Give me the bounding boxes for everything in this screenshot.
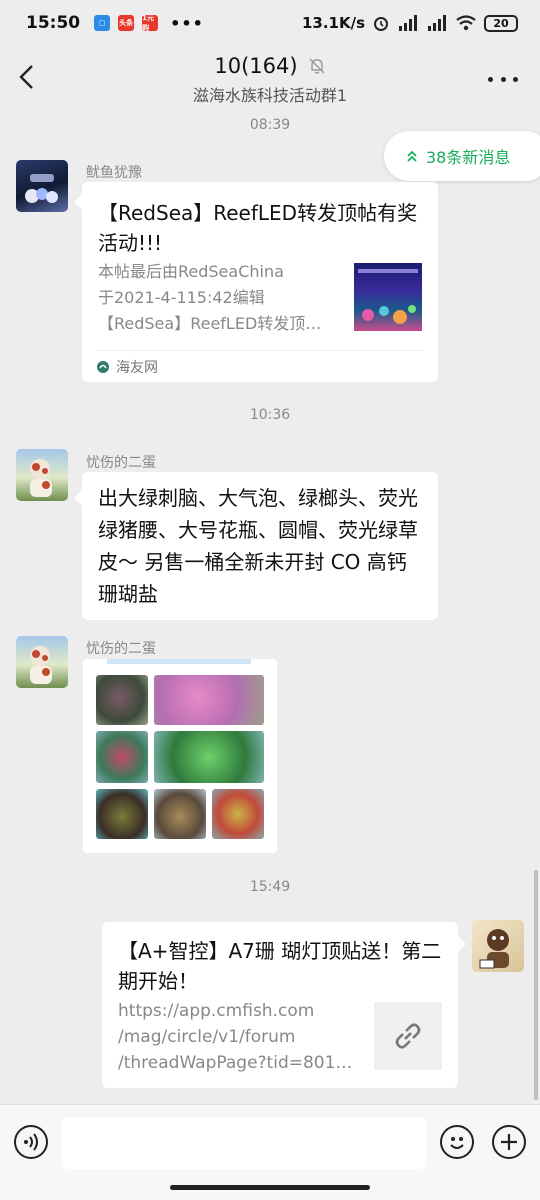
coral-photo xyxy=(96,675,148,725)
avatar-image xyxy=(479,929,509,969)
avatar[interactable] xyxy=(16,160,68,212)
avatar[interactable] xyxy=(16,449,68,501)
sender-name: 忧伤的二蛋 xyxy=(86,641,156,657)
scrollbar[interactable] xyxy=(534,870,538,1100)
coral-photo xyxy=(96,731,148,783)
voice-icon xyxy=(24,1133,38,1151)
signal-icon-2 xyxy=(428,15,446,31)
link-card-title: 【RedSea】ReefLED转发顶帖有奖活动!!! xyxy=(98,201,418,255)
bell-off-icon xyxy=(309,58,325,74)
link-card-description: https://app.cmfish.com /mag/circle/v1/fo… xyxy=(118,998,362,1076)
status-indicators: 13.1K/s 20 xyxy=(302,14,518,32)
desc-line: /mag/circle/v1/forum xyxy=(118,1027,296,1047)
aquarium-image xyxy=(358,269,418,324)
new-messages-label: 38条新消息 xyxy=(426,148,511,167)
more-notifications-icon: ••• xyxy=(170,13,204,33)
status-app-icons: ▢ 头条 1元购 ••• xyxy=(94,14,204,33)
emoji-icon xyxy=(450,1137,464,1149)
plus-icon xyxy=(501,1134,517,1150)
input-bar xyxy=(0,1104,540,1200)
desc-line: 于2021-4-115:42编辑 xyxy=(98,288,265,307)
coral-photo xyxy=(154,731,264,783)
coral-photo xyxy=(96,789,148,839)
more-options-button[interactable] xyxy=(488,66,518,92)
desc-line: /threadWapPage?tid=801… xyxy=(118,1053,353,1073)
chat-subtitle: 滋海水族科技活动群1 xyxy=(192,86,348,105)
avatar-image xyxy=(25,174,58,203)
image-message[interactable] xyxy=(83,659,277,853)
more-dot xyxy=(513,76,518,82)
text-message[interactable]: 出大绿刺脑、大气泡、绿榔头、荧光绿猪腰、大号花瓶、圆帽、荧光绿草皮～ 另售一桶全… xyxy=(82,472,438,620)
more-dot xyxy=(500,76,506,82)
status-time: 15:50 xyxy=(26,13,81,33)
my-avatar[interactable] xyxy=(472,920,524,972)
timestamp: 15:49 xyxy=(249,879,291,895)
notification-app-icon: ▢ xyxy=(94,15,111,31)
desc-line: 本帖最后由RedSeaChina xyxy=(98,262,284,281)
bubble-tail xyxy=(458,936,466,952)
wifi-icon xyxy=(456,15,476,31)
sender-name: 忧伤的二蛋 xyxy=(86,455,156,471)
desc-line: https://app.cmfish.com xyxy=(118,1001,315,1021)
avatar[interactable] xyxy=(16,636,68,688)
link-card-description: 本帖最后由RedSeaChina 于2021-4-115:42编辑 【RedSe… xyxy=(98,259,342,337)
link-card-title: 【A+智控】A7珊 瑚灯顶贴送！第二期开始！ xyxy=(118,939,442,993)
new-messages-button[interactable]: 38条新消息 xyxy=(384,131,540,181)
link-card-message[interactable]: 【RedSea】ReefLED转发顶帖有奖活动!!! 本帖最后由RedSeaCh… xyxy=(82,182,438,382)
status-bar: 15:50 ▢ 头条 1元购 ••• 13.1K/s 20 xyxy=(0,0,540,46)
shopping-app-icon: 1元购 xyxy=(142,14,159,32)
avatar-image xyxy=(30,646,52,684)
timestamp: 10:36 xyxy=(249,407,291,423)
link-card-thumbnail xyxy=(354,263,422,331)
toutiao-app-icon: 头条 xyxy=(118,15,135,31)
more-dots-icon xyxy=(488,76,493,82)
bubble-tail xyxy=(74,194,82,210)
source-logo-icon xyxy=(97,360,109,373)
plus-button[interactable] xyxy=(492,1125,526,1159)
link-thumbnail xyxy=(374,1002,442,1070)
coral-photo xyxy=(212,789,264,839)
source-name: 海友网 xyxy=(116,359,158,376)
net-speed: 13.1K/s xyxy=(301,14,365,32)
double-chevron-up-icon xyxy=(407,150,417,162)
bubble-tail xyxy=(74,490,82,506)
voice-button[interactable] xyxy=(14,1125,48,1159)
coral-photo xyxy=(154,789,206,839)
chat-title: 10(164) xyxy=(214,54,298,78)
chat-header: 10(164) 滋海水族科技活动群1 xyxy=(0,46,540,112)
desc-line: 【RedSea】ReefLED转发顶… xyxy=(98,314,322,333)
link-card-source: 海友网 xyxy=(96,350,424,382)
sender-name: 鱿鱼犹豫 xyxy=(86,165,142,181)
battery-indicator: 20 xyxy=(484,14,518,32)
emoji-button[interactable] xyxy=(440,1125,474,1159)
link-icon xyxy=(395,1023,421,1049)
message-input[interactable] xyxy=(62,1117,426,1169)
link-card-message-self[interactable]: 【A+智控】A7珊 瑚灯顶贴送！第二期开始！ https://app.cmfis… xyxy=(102,922,458,1088)
chat-title-block: 10(164) 滋海水族科技活动群1 xyxy=(0,54,540,106)
alarm-icon xyxy=(374,17,388,31)
home-indicator[interactable] xyxy=(170,1185,370,1190)
coral-photo xyxy=(154,675,264,725)
avatar-image xyxy=(30,459,52,497)
signal-icon xyxy=(399,15,417,31)
image-top-strip xyxy=(107,659,251,664)
